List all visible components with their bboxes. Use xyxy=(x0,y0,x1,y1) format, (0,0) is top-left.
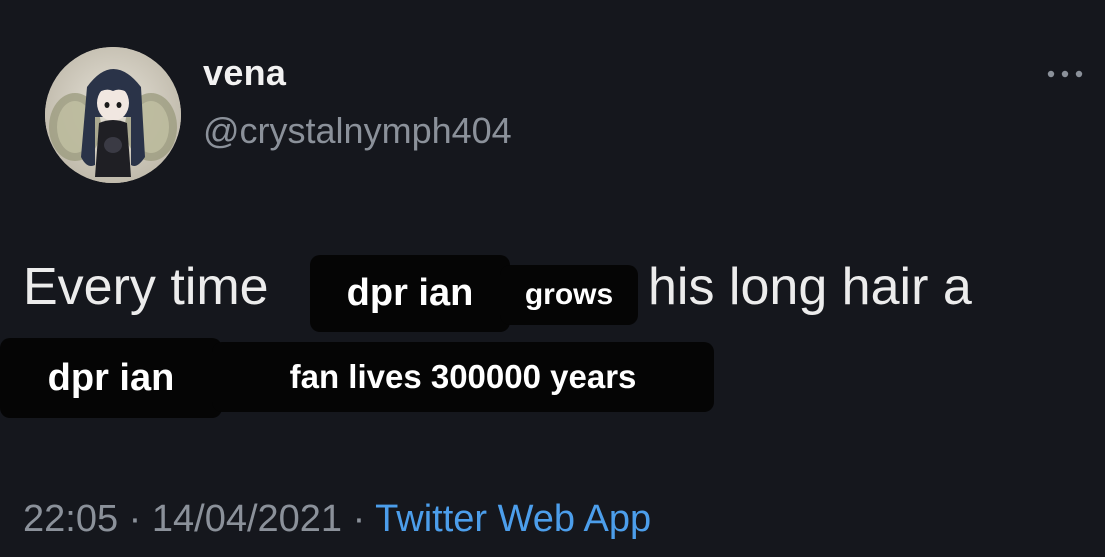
tweet-meta: 22:05 · 14/04/2021 · Twitter Web App xyxy=(23,498,651,541)
user-handle[interactable]: @crystalnymph404 xyxy=(203,110,512,152)
avatar[interactable] xyxy=(45,47,181,183)
tweet-date[interactable]: 14/04/2021 xyxy=(152,498,342,540)
tweet-time[interactable]: 22:05 xyxy=(23,498,118,540)
fan-lives-sticker: fan lives 300000 years xyxy=(212,342,714,412)
name-sticker-2: dpr ian xyxy=(0,338,222,418)
fairy-avatar-icon xyxy=(45,47,181,183)
display-name[interactable]: vena xyxy=(203,52,286,94)
tweet-text-start: Every time xyxy=(23,258,269,316)
tweet-card: vena @crystalnymph404 Every time his lon… xyxy=(0,0,1105,557)
more-horizontal-icon[interactable] xyxy=(1043,66,1087,82)
meta-separator: · xyxy=(118,498,152,540)
meta-separator: · xyxy=(342,498,376,540)
tweet-source-link[interactable]: Twitter Web App xyxy=(375,498,651,540)
name-sticker-1: dpr ian xyxy=(310,255,510,332)
grows-sticker: grows xyxy=(500,265,638,325)
tweet-text-middle: his long hair a xyxy=(648,258,972,316)
